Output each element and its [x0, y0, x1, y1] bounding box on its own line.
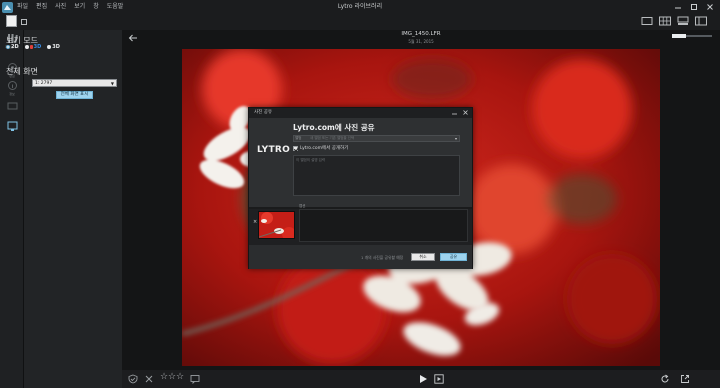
radio-selected-icon — [6, 45, 10, 49]
dialog-title-bar: 사진 공유 — [249, 108, 472, 118]
info-nav-item[interactable]: 정보 — [2, 80, 22, 102]
maximize-icon — [691, 4, 697, 10]
caption-input[interactable] — [299, 209, 468, 242]
mode-2d-label: 2D — [11, 44, 19, 50]
minimize-button[interactable] — [670, 0, 686, 14]
album-label: 앨범 — [295, 136, 302, 140]
menu-file[interactable]: 파일 — [17, 1, 28, 13]
mode-2d[interactable]: 2D — [6, 44, 19, 50]
public-checkbox[interactable] — [293, 145, 298, 151]
grid-view-icon[interactable] — [658, 16, 672, 26]
dialog-close-icon[interactable] — [462, 109, 469, 116]
menu-photo[interactable]: 사진 — [55, 1, 66, 13]
dialog-title: 사진 공유 — [254, 110, 272, 115]
filmstrip-view-icon[interactable] — [676, 16, 690, 26]
reject-x-icon[interactable] — [144, 374, 154, 384]
slideshow-icon[interactable] — [434, 374, 444, 384]
file-name: IMG_1450.LFR — [401, 31, 441, 37]
chevron-down-icon: ▼ — [110, 81, 114, 86]
display-icon — [7, 121, 17, 131]
info-icon — [7, 81, 17, 90]
play-icon[interactable] — [418, 374, 428, 384]
remove-photo-icon[interactable]: × — [253, 219, 257, 225]
mode-3d-anaglyph-label: 3D — [33, 44, 42, 50]
share-photo-dialog: 사진 공유 LYTRO Lytro.com에 사진 공유 새 앨범 또는 기존 … — [248, 107, 473, 269]
file-date: 5월 31, 2015 — [408, 39, 434, 44]
lytro-app-icon — [2, 2, 13, 13]
rating-star-3-icon[interactable]: ☆ — [176, 372, 184, 382]
info-nav-label: 정보 — [9, 92, 15, 96]
fullscreen-title: 전체 화면 — [6, 67, 38, 76]
radio-icon — [24, 45, 29, 49]
share-export-icon[interactable] — [680, 374, 690, 384]
thumbnail-image — [259, 212, 294, 238]
display-nav-item[interactable] — [2, 121, 22, 143]
film-nav-item[interactable] — [2, 101, 22, 123]
single-photo-view-button[interactable] — [6, 15, 17, 27]
film-icon — [7, 102, 17, 110]
panel-view-icon[interactable] — [694, 16, 708, 26]
display-select[interactable]: 1: 2797 ▼ — [32, 79, 117, 87]
title-bar: 파일 편집 사진 보기 창 도움말 Lytro 라이브러리 — [0, 0, 720, 14]
description-input[interactable]: 이 앨범의 설명 입력 — [293, 155, 460, 196]
single-view-icon[interactable] — [640, 16, 654, 26]
maximize-button[interactable] — [686, 0, 702, 14]
minimize-icon — [675, 7, 681, 9]
lytro-logo: LYTRO — [257, 145, 291, 155]
rating-star-2-icon[interactable]: ☆ — [168, 372, 176, 382]
photo-thumbnail — [258, 211, 295, 239]
cancel-button[interactable]: 취소 — [411, 253, 435, 261]
public-option[interactable]: Lytro.com에서 공개하기 — [293, 145, 348, 151]
menu-help[interactable]: 도움말 — [107, 1, 124, 13]
mode-3d[interactable]: 3D — [47, 44, 60, 50]
display-select-value: 1: 2797 — [35, 81, 53, 86]
album-placeholder: 새 앨범 또는 기존 앨범을 선택 — [310, 136, 355, 140]
share-count-text: 1 개의 사진을 공유할 예정 — [361, 255, 404, 260]
close-icon — [707, 4, 713, 10]
chevron-down-icon: ▾ — [454, 136, 457, 141]
show-fullscreen-button[interactable]: 전체 화면 표시 — [56, 91, 93, 99]
menu-view[interactable]: 보기 — [74, 1, 85, 13]
view-mode-options: 2D 3D 3D — [6, 44, 60, 50]
mode-3d-anaglyph[interactable]: 3D — [24, 44, 42, 50]
share-button[interactable]: 공유 — [440, 253, 467, 261]
small-thumbnail-button[interactable] — [21, 19, 27, 25]
menu-bar: 파일 편집 사진 보기 창 도움말 — [17, 1, 123, 13]
dialog-minimize-icon[interactable] — [451, 109, 458, 116]
album-select[interactable]: 새 앨범 또는 기존 앨범을 선택 ▾ — [293, 135, 460, 142]
dialog-heading: Lytro.com에 사진 공유 — [293, 123, 375, 132]
zoom-slider-handle[interactable] — [672, 34, 686, 38]
description-placeholder: 이 앨범의 설명 입력 — [296, 158, 326, 162]
menu-window[interactable]: 창 — [93, 1, 99, 13]
rotate-icon[interactable] — [660, 374, 670, 384]
comment-icon[interactable] — [190, 374, 200, 384]
shield-check-icon[interactable] — [128, 374, 138, 384]
radio-icon — [47, 45, 52, 49]
mode-3d-label: 3D — [52, 44, 60, 50]
toolbar — [0, 14, 720, 30]
close-button[interactable] — [702, 0, 718, 14]
menu-edit[interactable]: 편집 — [36, 1, 47, 13]
rating-star-1-icon[interactable]: ☆ — [160, 372, 168, 382]
public-label: Lytro.com에서 공개하기 — [300, 146, 349, 151]
red-lens-icon — [29, 45, 33, 49]
